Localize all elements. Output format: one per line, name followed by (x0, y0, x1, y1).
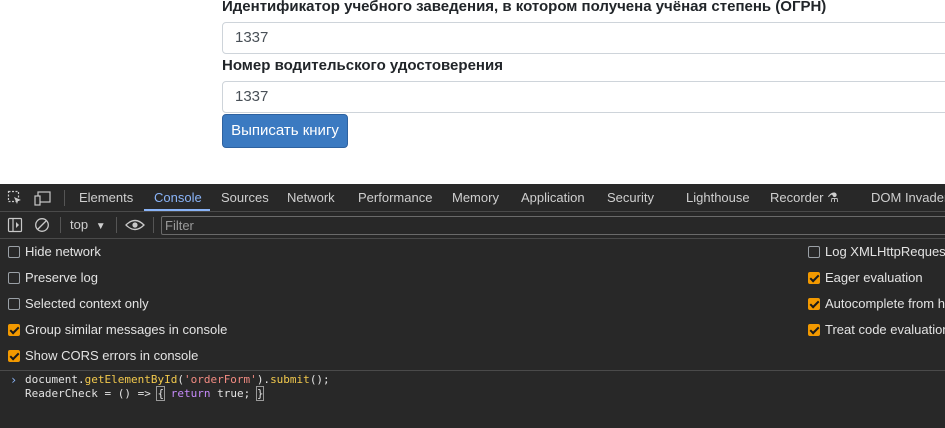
license-input[interactable]: 1337 (222, 81, 945, 113)
device-toolbar-icon[interactable] (34, 190, 52, 209)
tab-elements[interactable]: Elements (79, 184, 133, 211)
toolbar-divider (153, 217, 154, 233)
console-line[interactable]: document.getElementById('orderForm').sub… (25, 373, 330, 387)
toolbar-divider (116, 217, 117, 233)
setting-label: Group similar messages in console (25, 322, 228, 337)
checkbox[interactable] (808, 324, 820, 336)
setting-label: Selected context only (25, 296, 149, 311)
flask-icon: ⚗ (827, 190, 839, 205)
context-selector[interactable]: top ▼ (70, 212, 106, 238)
checkbox[interactable] (8, 272, 20, 284)
clear-console-icon[interactable] (34, 217, 50, 236)
eye-icon[interactable] (125, 218, 145, 235)
tab-dom-invader[interactable]: DOM Invader (871, 184, 945, 211)
sidebar-toggle-icon[interactable] (7, 217, 23, 236)
tab-network[interactable]: Network (287, 184, 335, 211)
checkbox[interactable] (8, 324, 20, 336)
tab-memory[interactable]: Memory (452, 184, 499, 211)
filter-input[interactable]: Filter (161, 216, 945, 235)
console-input-area[interactable]: › document.getElementById('orderForm').s… (0, 371, 945, 428)
tab-performance[interactable]: Performance (358, 184, 432, 211)
setting-label: Log XMLHttpRequests (825, 244, 945, 259)
ogrn-label: Идентификатор учебного заведения, в кото… (222, 0, 827, 15)
tab-console[interactable]: Console (154, 184, 202, 211)
active-tab-indicator (144, 209, 210, 211)
checkbox[interactable] (8, 350, 20, 362)
console-line[interactable]: ReaderCheck = () => { return true; } (25, 386, 265, 401)
tab-security[interactable]: Security (607, 184, 654, 211)
setting-label: Hide network (25, 244, 101, 259)
devtools-tab-bar: Elements Console Sources Network Perform… (0, 184, 945, 212)
inspect-element-icon[interactable] (7, 190, 23, 209)
web-page: Идентификатор учебного заведения, в кото… (0, 0, 945, 184)
checkbox[interactable] (8, 298, 20, 310)
tab-sources[interactable]: Sources (221, 184, 269, 211)
devtools-panel: Elements Console Sources Network Perform… (0, 184, 945, 428)
tab-divider (64, 190, 65, 206)
setting-label: Autocomplete from hi (825, 296, 945, 311)
setting-label: Preserve log (25, 270, 98, 285)
checkbox[interactable] (808, 272, 820, 284)
tab-application[interactable]: Application (521, 184, 585, 211)
ogrn-input[interactable]: 1337 (222, 22, 945, 54)
checkbox[interactable] (8, 246, 20, 258)
console-settings: Hide network Preserve log Selected conte… (0, 239, 945, 371)
setting-label: Show CORS errors in console (25, 348, 199, 363)
tab-recorder[interactable]: Recorder ⚗ (770, 184, 839, 211)
tab-recorder-label: Recorder (770, 190, 824, 205)
license-label: Номер водительского удостоверения (222, 57, 503, 74)
setting-label: Eager evaluation (825, 270, 923, 285)
console-toolbar: top ▼ Filter (0, 212, 945, 239)
issue-book-button[interactable]: Выписать книгу (222, 114, 348, 148)
toolbar-divider (60, 217, 61, 233)
checkbox[interactable] (808, 246, 820, 258)
checkbox[interactable] (808, 298, 820, 310)
setting-label: Treat code evaluation (825, 322, 945, 337)
chevron-right-icon: › (10, 373, 18, 387)
dropdown-arrow-icon: ▼ (95, 221, 106, 232)
context-selector-label: top (70, 217, 89, 232)
tab-lighthouse[interactable]: Lighthouse (686, 184, 750, 211)
